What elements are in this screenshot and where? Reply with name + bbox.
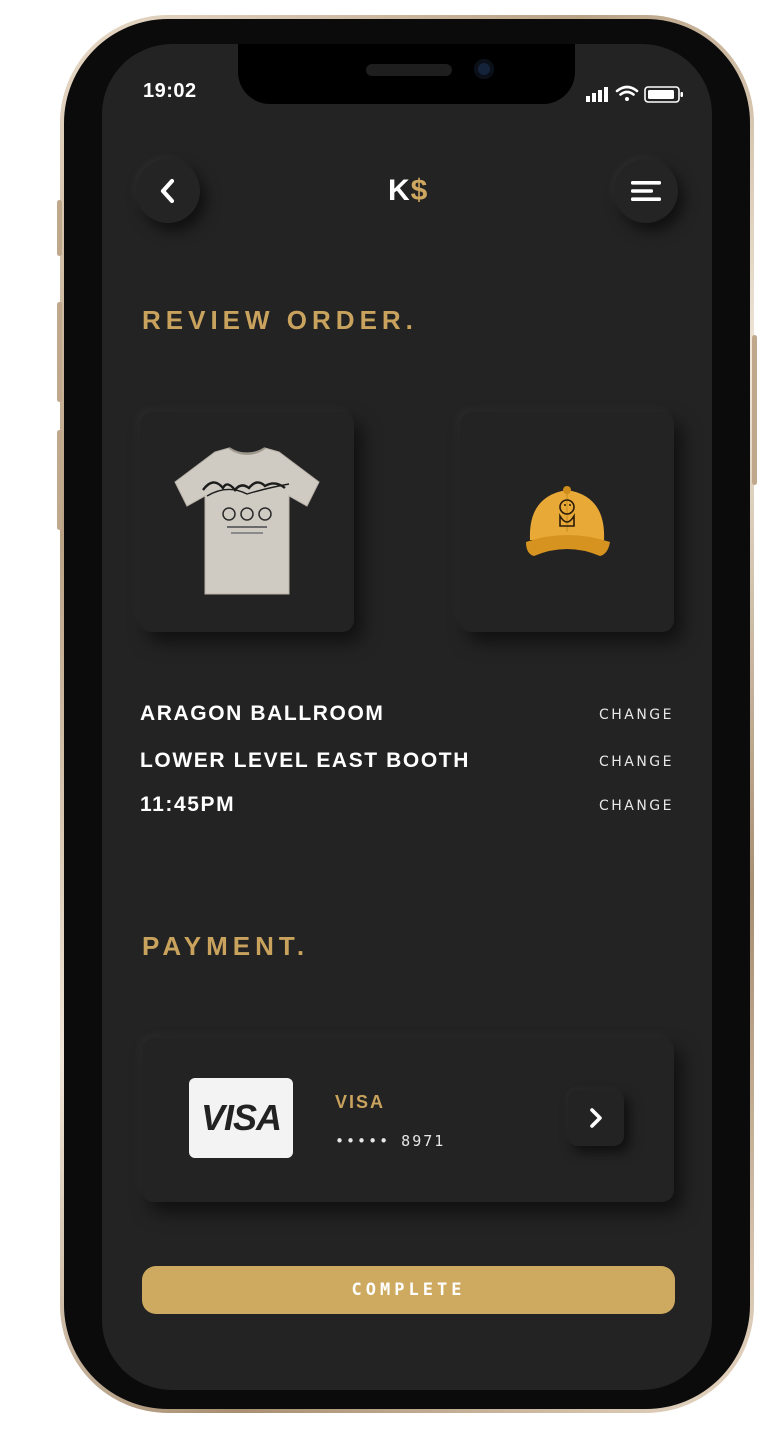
battery-icon [644, 86, 683, 103]
volume-down-button [57, 430, 62, 530]
status-icons [586, 85, 683, 103]
signal-icon [586, 87, 608, 102]
power-button [752, 335, 757, 485]
speaker-grille [366, 64, 452, 76]
review-order-title: REVIEW ORDER. [142, 305, 418, 335]
notch [238, 44, 575, 104]
menu-button[interactable] [614, 159, 678, 223]
brand-logo: K$ [388, 174, 428, 208]
venue-label: ARAGON BALLROOM [140, 702, 385, 725]
t-shirt-image [174, 447, 320, 595]
product-card-tshirt[interactable] [140, 412, 354, 632]
cap-image [526, 486, 610, 556]
change-time-link[interactable]: CHANGE [599, 798, 674, 814]
payment-title: PAYMENT. [142, 931, 310, 961]
card-number: ••••• 8971 [335, 1132, 446, 1150]
change-location-link[interactable]: CHANGE [599, 754, 674, 770]
logo-symbol: $ [410, 174, 429, 207]
payment-card[interactable]: VISA VISA ••••• 8971 [142, 1038, 674, 1202]
chevron-right-icon [590, 1108, 602, 1128]
status-time: 19:02 [143, 80, 197, 102]
front-camera [474, 59, 494, 79]
card-select-button[interactable] [568, 1090, 624, 1146]
wifi-icon [615, 85, 639, 101]
back-button[interactable] [136, 159, 200, 223]
mute-switch [57, 200, 62, 256]
time-label: 11:45PM [140, 793, 236, 816]
change-venue-link[interactable]: CHANGE [599, 707, 674, 723]
card-brand: VISA [335, 1092, 386, 1112]
menu-icon [631, 181, 661, 201]
logo-letter: K [388, 174, 411, 207]
complete-button[interactable]: COMPLETE [142, 1266, 675, 1314]
product-card-cap[interactable] [460, 412, 674, 632]
app-screen: 19:02 K$ REVIEW ORDER. ARAGON BALLROOM C… [102, 44, 712, 1390]
chevron-left-icon [160, 178, 175, 204]
location-label: LOWER LEVEL EAST BOOTH [140, 749, 470, 772]
visa-logo[interactable]: VISA [189, 1078, 293, 1158]
volume-up-button [57, 302, 62, 402]
